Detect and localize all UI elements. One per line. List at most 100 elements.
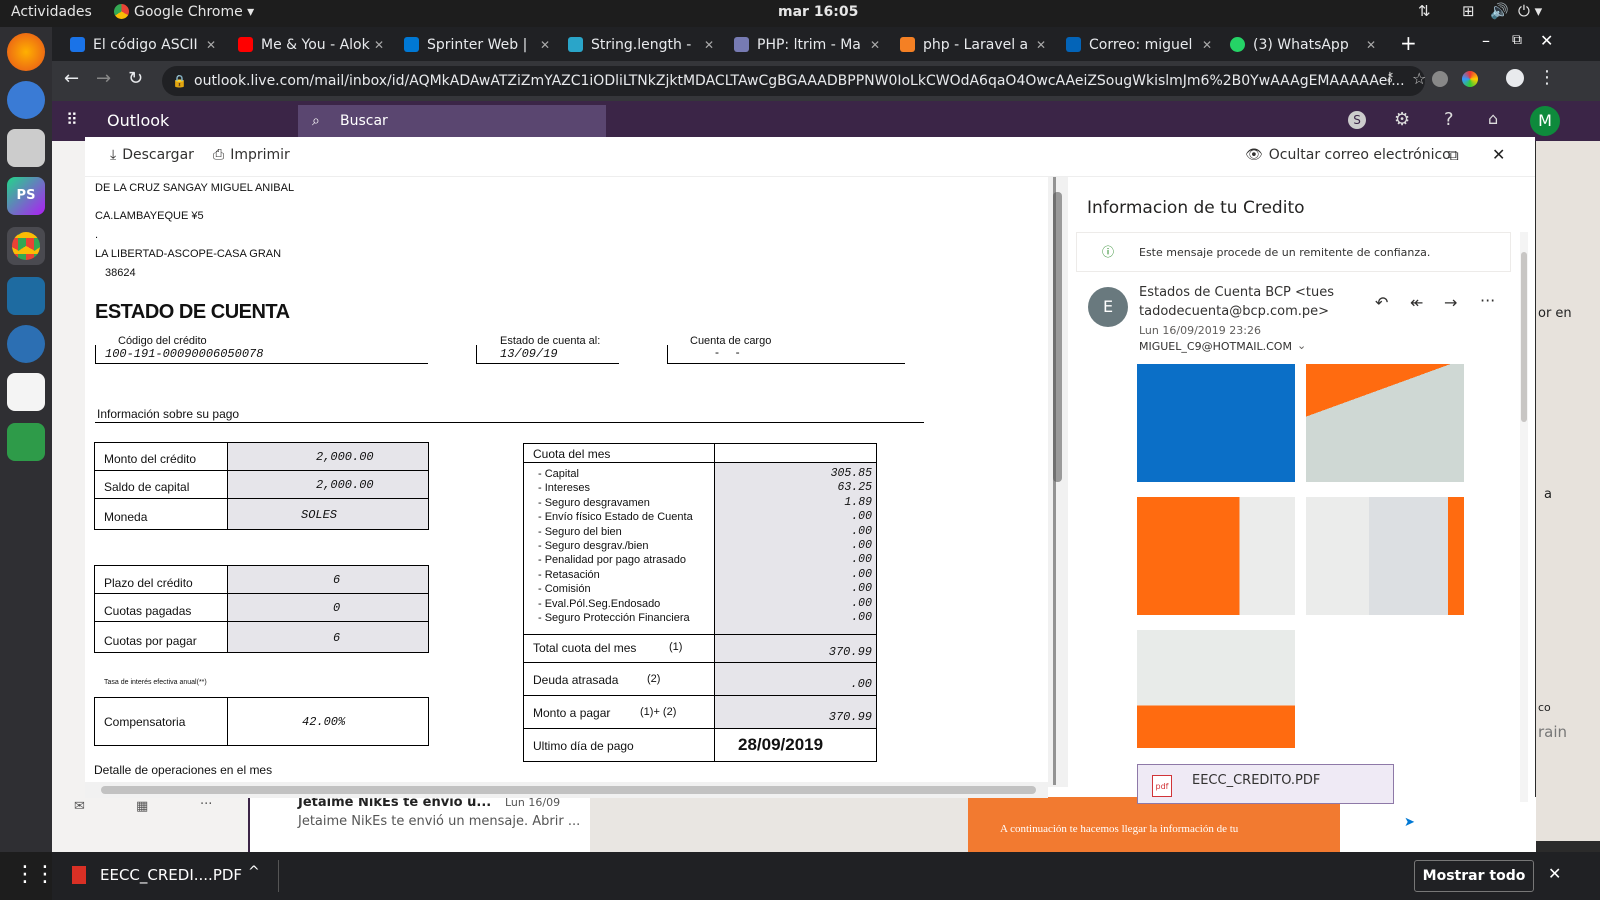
mail-icon[interactable]: ✉ bbox=[74, 799, 85, 814]
tab-youtube[interactable]: Me & You - Alok ✕ bbox=[238, 31, 388, 59]
close-icon[interactable]: ✕ bbox=[540, 31, 550, 59]
close-icon[interactable]: ✕ bbox=[704, 31, 714, 59]
key-icon[interactable]: ⚷ bbox=[1385, 70, 1395, 85]
text-editor-icon[interactable] bbox=[7, 373, 45, 411]
close-icon[interactable]: ✕ bbox=[374, 31, 384, 59]
activities-button[interactable]: Actividades bbox=[11, 4, 92, 20]
help-icon[interactable]: ? bbox=[1444, 109, 1454, 130]
settings-gear-icon[interactable]: ⚙ bbox=[1394, 109, 1410, 130]
avatar[interactable]: M bbox=[1530, 106, 1560, 136]
deuda-label-cell: Deuda atrasada (2) bbox=[523, 662, 715, 696]
bookmark-star-icon[interactable]: ☆ bbox=[1412, 69, 1426, 88]
hide-email-button[interactable]: 👁 Ocultar correo electrónico bbox=[1245, 147, 1451, 163]
tab-favicon bbox=[568, 37, 583, 52]
download-item[interactable]: EECC_CREDI....PDF bbox=[100, 866, 242, 884]
send-icon[interactable]: ➤ bbox=[1404, 815, 1415, 830]
tab-correo[interactable]: Correo: miguel ✕ bbox=[1066, 31, 1216, 59]
close-icon[interactable]: ✕ bbox=[1548, 864, 1561, 883]
tab-string-length[interactable]: String.length - ✕ bbox=[568, 31, 718, 59]
forward-icon[interactable]: → bbox=[1444, 293, 1457, 312]
more-actions-icon[interactable]: ··· bbox=[1480, 291, 1495, 310]
message-date: Lun 16/09/2019 23:26 bbox=[1139, 324, 1261, 337]
back-icon[interactable]: ← bbox=[64, 68, 79, 89]
volume-icon[interactable]: 🔊 bbox=[1490, 2, 1509, 20]
forward-icon[interactable]: → bbox=[96, 68, 111, 89]
sender-avatar[interactable]: E bbox=[1088, 287, 1128, 327]
image-tile-corner[interactable] bbox=[1137, 630, 1295, 748]
app-menu[interactable]: Google Chrome ▾ bbox=[134, 4, 254, 20]
chevron-down-icon[interactable]: ⌄ bbox=[1297, 339, 1306, 352]
files-icon[interactable] bbox=[7, 129, 45, 167]
sender-name[interactable]: Estados de Cuenta BCP <tues bbox=[1139, 285, 1334, 300]
info-scroll-thumb[interactable] bbox=[1521, 252, 1527, 422]
horizontal-scrollbar[interactable] bbox=[85, 782, 1048, 798]
info-scrollbar[interactable] bbox=[1520, 232, 1528, 802]
minimize-button[interactable]: – bbox=[1482, 31, 1490, 50]
image-tile-blue[interactable] bbox=[1137, 364, 1295, 482]
total-label-cell: Total cuota del mes (1) bbox=[523, 634, 715, 663]
network-icon[interactable]: ⇅ bbox=[1418, 2, 1431, 20]
tab-whatsapp[interactable]: (3) WhatsApp ✕ bbox=[1230, 31, 1380, 59]
tab-laravel[interactable]: php - Laravel a ✕ bbox=[900, 31, 1050, 59]
power-icon[interactable]: ⏻ ▾ bbox=[1518, 2, 1542, 20]
codigo-box bbox=[95, 345, 428, 364]
postal-code: 38624 bbox=[105, 267, 136, 279]
download-button[interactable]: ⤓ Descargar bbox=[110, 147, 194, 163]
app-launcher-icon[interactable]: ⠿ bbox=[66, 110, 78, 129]
background-right-strip: or en a co rain bbox=[1536, 141, 1600, 841]
spreadsheet-icon[interactable] bbox=[7, 423, 45, 461]
wired-icon[interactable]: ⊞ bbox=[1462, 2, 1475, 20]
outlook-brand[interactable]: Outlook bbox=[107, 111, 169, 130]
chevron-up-icon[interactable]: ^ bbox=[248, 864, 260, 880]
tasa-label: Tasa de interés efectiva anual(**) bbox=[104, 679, 207, 686]
close-icon[interactable]: ✕ bbox=[206, 31, 216, 59]
show-apps-button[interactable]: ⋮⋮⋮ bbox=[0, 852, 76, 900]
more-apps-icon[interactable]: ··· bbox=[200, 797, 212, 812]
hscroll-thumb[interactable] bbox=[101, 786, 1036, 794]
close-icon[interactable]: ✕ bbox=[1492, 145, 1505, 164]
reply-all-icon[interactable]: ↞ bbox=[1410, 293, 1423, 312]
thunderbird-icon[interactable] bbox=[7, 81, 45, 119]
clock[interactable]: mar 16:05 bbox=[778, 4, 858, 20]
mysql-workbench-icon[interactable] bbox=[7, 277, 45, 315]
pdf-attachment[interactable]: pdf EECC_CREDITO.PDF bbox=[1137, 764, 1394, 804]
pdf-download-icon bbox=[72, 866, 86, 884]
close-window-button[interactable]: ✕ bbox=[1540, 31, 1553, 50]
tab-ascii[interactable]: El código ASCII ✕ bbox=[70, 31, 220, 59]
remote-icon[interactable] bbox=[7, 325, 45, 363]
chrome-menu-icon[interactable]: ⋮ bbox=[1538, 67, 1556, 88]
tab-sprinter[interactable]: Sprinter Web | ✕ bbox=[404, 31, 554, 59]
address-line-2: LA LIBERTAD-ASCOPE-CASA GRAN bbox=[95, 248, 282, 260]
chrome-dock-icon[interactable] bbox=[7, 227, 45, 265]
vertical-scrollbar[interactable] bbox=[1048, 177, 1068, 787]
new-tab-button[interactable]: + bbox=[1400, 31, 1417, 55]
image-tile-orange-gray[interactable] bbox=[1306, 364, 1464, 482]
profile-icon[interactable] bbox=[1506, 69, 1524, 87]
popout-icon[interactable]: ⧉ bbox=[1448, 146, 1459, 164]
url-input[interactable]: 🔒 outlook.live.com/mail/inbox/id/AQMkADA… bbox=[162, 66, 1425, 96]
search-input[interactable]: ⌕ Buscar bbox=[298, 105, 606, 137]
calendar-icon[interactable]: ▦ bbox=[136, 799, 148, 814]
phpstorm-icon[interactable]: PS bbox=[7, 177, 45, 215]
show-all-button[interactable]: Mostrar todo bbox=[1414, 860, 1534, 892]
print-button[interactable]: ⎙ Imprimir bbox=[213, 147, 290, 163]
close-icon[interactable]: ✕ bbox=[1202, 31, 1212, 59]
recipient[interactable]: MIGUEL_C9@HOTMAIL.COM bbox=[1139, 340, 1292, 353]
firefox-icon[interactable] bbox=[7, 33, 45, 71]
reply-icon[interactable]: ↶ bbox=[1375, 293, 1388, 312]
reload-icon[interactable]: ↻ bbox=[128, 68, 143, 89]
extension-icon[interactable] bbox=[1432, 71, 1448, 87]
por-pagar-value-cell: 6 bbox=[227, 621, 429, 653]
image-tile-person[interactable] bbox=[1306, 497, 1464, 615]
sender-email[interactable]: tadodecuenta@bcp.com.pe> bbox=[1139, 304, 1329, 319]
close-icon[interactable]: ✕ bbox=[870, 31, 880, 59]
skype-icon[interactable]: S bbox=[1348, 111, 1366, 129]
close-icon[interactable]: ✕ bbox=[1036, 31, 1046, 59]
background-mail-item[interactable]: Jetaime NikEs te envió u... Lun 16/09 Je… bbox=[248, 795, 590, 852]
color-extension-icon[interactable] bbox=[1462, 71, 1478, 87]
maximize-button[interactable]: ⧉ bbox=[1512, 32, 1522, 48]
feedback-icon[interactable]: ⌂ bbox=[1488, 109, 1498, 128]
close-icon[interactable]: ✕ bbox=[1366, 31, 1376, 59]
image-tile-orange[interactable] bbox=[1137, 497, 1295, 615]
tab-php-ltrim[interactable]: PHP: ltrim - Ma ✕ bbox=[734, 31, 884, 59]
